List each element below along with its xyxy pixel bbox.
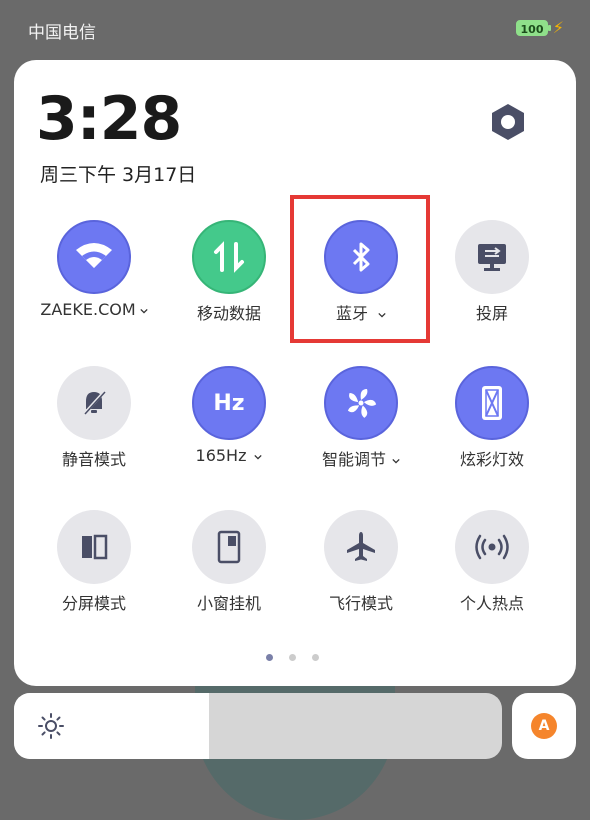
- wifi-ssid: ZAEKE.COM: [40, 300, 136, 319]
- screen-cast-icon: [478, 244, 506, 271]
- hotspot-icon: [475, 534, 509, 560]
- page-dot-1[interactable]: [266, 654, 273, 661]
- settings-gear-icon[interactable]: [488, 102, 528, 142]
- bluetooth-icon: [352, 242, 370, 272]
- tile-bluetooth[interactable]: 蓝牙: [301, 220, 421, 340]
- airplane-icon: [347, 532, 375, 561]
- tile-wifi-label: ZAEKE.COM: [34, 300, 154, 319]
- tile-screen-cast[interactable]: 投屏: [432, 220, 552, 340]
- chevron-down-icon[interactable]: [378, 311, 386, 319]
- wifi-icon: [76, 243, 112, 268]
- tile-mobile-data[interactable]: 移动数据: [169, 220, 289, 340]
- chevron-down-icon[interactable]: [254, 453, 263, 461]
- mute-bell-icon: [82, 390, 106, 416]
- tile-small-window-label: 小窗挂机: [196, 594, 261, 613]
- tile-wifi[interactable]: ZAEKE.COM: [34, 220, 154, 340]
- tile-hotspot-label: 个人热点: [459, 594, 524, 613]
- tile-bluetooth-label: 蓝牙: [301, 300, 421, 324]
- tile-light-effects[interactable]: 炫彩灯效: [432, 366, 552, 486]
- tile-light-effects-label: 炫彩灯效: [459, 450, 524, 469]
- status-bar: 中国电信 100 ⚡: [0, 0, 590, 56]
- tile-screen-cast-label: 投屏: [475, 304, 508, 323]
- airplane-mode-toggle[interactable]: [324, 510, 398, 584]
- tile-hotspot[interactable]: 个人热点: [432, 510, 552, 630]
- tile-mute[interactable]: 静音模式: [34, 366, 154, 486]
- charging-icon: ⚡: [552, 18, 564, 37]
- fan-icon: [347, 389, 377, 418]
- small-window-toggle[interactable]: [192, 510, 266, 584]
- tile-mobile-data-label: 移动数据: [196, 304, 261, 323]
- tile-airplane-mode-label: 飞行模式: [328, 594, 393, 613]
- page-dot-2[interactable]: [289, 654, 296, 661]
- split-screen-icon: [82, 534, 108, 560]
- chevron-down-icon[interactable]: [392, 457, 400, 465]
- hotspot-toggle[interactable]: [455, 510, 529, 584]
- mute-toggle[interactable]: [57, 366, 131, 440]
- tile-split-screen-label: 分屏模式: [61, 594, 126, 613]
- sun-icon: [38, 713, 64, 739]
- tile-airplane-mode[interactable]: 飞行模式: [301, 510, 421, 630]
- phone-light-icon: [482, 386, 502, 420]
- mobile-data-toggle[interactable]: [192, 220, 266, 294]
- refresh-rate-toggle[interactable]: Hz: [192, 366, 266, 440]
- tile-refresh-rate-label: 165Hz: [169, 446, 289, 465]
- clock-date: 周三下午 3月17日: [40, 164, 197, 186]
- mobile-data-icon: [214, 241, 244, 273]
- tile-smart-adjust[interactable]: 智能调节: [301, 366, 421, 486]
- tile-smart-adjust-label: 智能调节: [301, 446, 421, 470]
- chevron-down-icon[interactable]: [139, 307, 148, 315]
- tile-mute-label: 静音模式: [61, 450, 126, 469]
- split-screen-toggle[interactable]: [57, 510, 131, 584]
- tile-small-window[interactable]: 小窗挂机: [169, 510, 289, 630]
- light-effects-toggle[interactable]: [455, 366, 529, 440]
- quick-settings-panel: 3:28 周三下午 3月17日 ZAEKE.COM 移动数据 蓝牙 投屏 静音模…: [14, 60, 576, 686]
- screen-cast-toggle[interactable]: [455, 220, 529, 294]
- page-indicator: [266, 646, 335, 665]
- battery-icon: 100: [516, 20, 548, 36]
- wifi-toggle[interactable]: [57, 220, 131, 294]
- refresh-rate-value: 165Hz: [195, 446, 247, 465]
- brightness-slider[interactable]: [14, 693, 502, 759]
- auto-brightness-button[interactable]: A: [512, 693, 576, 759]
- auto-brightness-badge: A: [531, 713, 557, 739]
- carrier-name: 中国电信: [28, 23, 96, 43]
- clock-time: 3:28: [36, 84, 182, 154]
- battery-tip: [548, 25, 551, 31]
- tile-refresh-rate[interactable]: Hz 165Hz: [169, 366, 289, 486]
- bluetooth-label-text: 蓝牙: [335, 304, 368, 323]
- tile-split-screen[interactable]: 分屏模式: [34, 510, 154, 630]
- smart-adjust-label-text: 智能调节: [321, 450, 386, 469]
- refresh-rate-icon: Hz: [213, 390, 245, 416]
- smart-adjust-toggle[interactable]: [324, 366, 398, 440]
- small-window-icon: [217, 530, 241, 564]
- page-dot-3[interactable]: [312, 654, 319, 661]
- bluetooth-toggle[interactable]: [324, 220, 398, 294]
